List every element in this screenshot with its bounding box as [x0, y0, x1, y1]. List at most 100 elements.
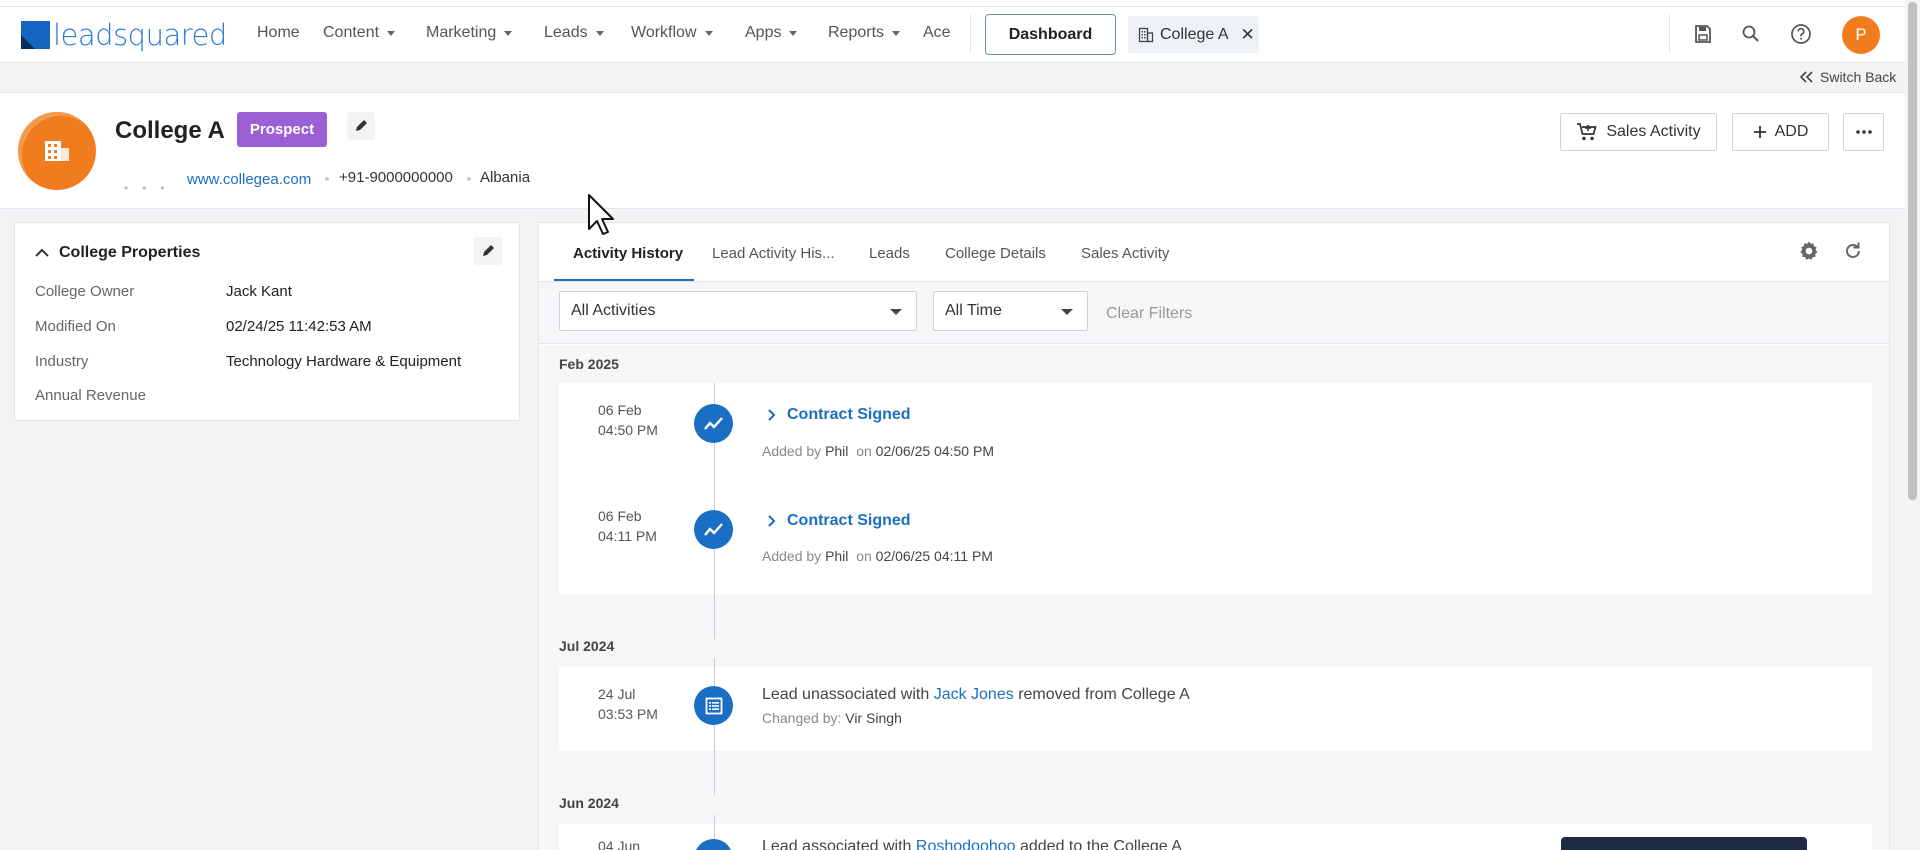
dashboard-button[interactable]: Dashboard: [985, 14, 1116, 55]
meta-prefix: Changed by:: [762, 710, 842, 726]
lead-link[interactable]: Jack Jones: [934, 686, 1014, 703]
added-on: 02/06/25 04:50 PM: [875, 443, 994, 459]
save-icon[interactable]: [1691, 22, 1715, 46]
nav-divider-right: [1669, 14, 1670, 54]
trend-icon: [694, 510, 733, 549]
tab-sales-activity[interactable]: Sales Activity: [1081, 245, 1169, 262]
scrollbar-thumb[interactable]: [1908, 2, 1917, 500]
entry-date: 06 Feb 04:50 PM: [598, 400, 658, 440]
floating-action-panel[interactable]: [1561, 837, 1807, 850]
nav-label: Workflow: [631, 24, 697, 41]
tab-college-details[interactable]: College Details: [945, 245, 1046, 262]
nav-ace[interactable]: Ace: [923, 24, 951, 42]
prop-label-industry: Industry: [35, 353, 89, 370]
time-range-value: All Time: [945, 302, 1002, 319]
building-icon: [1138, 27, 1154, 42]
list-icon: [694, 839, 733, 850]
entry-time: 03:53 PM: [598, 706, 658, 722]
entry-day: 06 Feb: [598, 402, 642, 418]
desc-text: removed from College A: [1018, 686, 1190, 703]
nav-workflow[interactable]: Workflow: [631, 24, 713, 42]
edit-properties-button[interactable]: [474, 237, 502, 265]
company-header: College A Prospect ••• www.collegea.com …: [0, 92, 1905, 209]
nav-reports[interactable]: Reports: [828, 24, 901, 42]
tab-leads[interactable]: Leads: [869, 245, 910, 262]
social-dots: •••: [124, 181, 179, 195]
activity-description: Lead unassociated with Jack Jones remove…: [762, 686, 1190, 704]
added-on: 02/06/25 04:11 PM: [875, 548, 993, 564]
time-range-select[interactable]: All Time: [933, 291, 1088, 331]
desc-text: Lead associated with: [762, 838, 912, 850]
prop-label-modified: Modified On: [35, 318, 116, 335]
nav-label: Marketing: [426, 24, 497, 41]
college-properties-card: College Properties College Owner Jack Ka…: [14, 222, 520, 421]
add-label: ADD: [1774, 123, 1809, 140]
activity-panel: Activity History Lead Activity His... Le…: [538, 222, 1890, 850]
entry-day: 24 Jul: [598, 686, 636, 702]
properties-toggle[interactable]: College Properties: [35, 244, 200, 262]
chevron-up-icon: [35, 248, 49, 257]
more-options-button[interactable]: [1843, 113, 1884, 151]
chevron-right-icon: [768, 515, 776, 527]
open-tab-label: College A: [1160, 25, 1229, 43]
prop-value-modified: 02/24/25 11:42:53 AM: [226, 318, 372, 335]
activity-description: Lead associated with Roshodoohoo added t…: [762, 838, 1182, 850]
ellipsis-icon: [1855, 130, 1872, 134]
close-icon[interactable]: ✕: [1241, 25, 1255, 45]
activity-meta: Added by Phil on 02/06/25 04:11 PM: [762, 548, 993, 564]
nav-marketing[interactable]: Marketing: [426, 24, 513, 42]
month-label: Jul 2024: [559, 638, 615, 654]
phone-number[interactable]: +91-9000000000: [339, 169, 453, 186]
mouse-cursor-icon: [588, 194, 614, 235]
stage-badge[interactable]: Prospect: [237, 112, 327, 147]
activity-title-link[interactable]: Contract Signed: [767, 512, 911, 530]
nav-label: Ace: [923, 24, 951, 41]
entry-date: 24 Jul 03:53 PM: [598, 684, 658, 724]
logo-mark-icon: [21, 21, 50, 49]
chevron-down-icon: [704, 30, 713, 36]
desc-text: added to the College A: [1019, 838, 1182, 850]
pencil-icon: [483, 245, 494, 256]
nav-apps[interactable]: Apps: [745, 24, 798, 42]
activity-type-select[interactable]: All Activities: [559, 291, 917, 331]
filters-bar: All Activities All Time Clear Filters: [539, 282, 1889, 344]
tab-activity-history[interactable]: Activity History: [573, 245, 683, 262]
nav-content[interactable]: Content: [323, 24, 396, 42]
pencil-icon: [356, 120, 367, 131]
user-avatar[interactable]: P: [1842, 16, 1880, 54]
activity-meta: Added by Phil on 02/06/25 04:50 PM: [762, 443, 994, 459]
nav-home[interactable]: Home: [257, 24, 300, 42]
chevron-down-icon: [387, 30, 396, 36]
tab-lead-activity-history[interactable]: Lead Activity His...: [712, 245, 835, 262]
prop-value-owner: Jack Kant: [226, 283, 292, 300]
edit-header-button[interactable]: [347, 112, 375, 140]
open-tab-college-a[interactable]: College A ✕: [1128, 16, 1259, 53]
chevron-down-icon: [892, 30, 901, 36]
activity-meta: Changed by: Vir Singh: [762, 710, 902, 726]
chevron-right-icon: [768, 409, 776, 421]
brand-logo[interactable]: leadsquared: [21, 21, 227, 50]
refresh-icon[interactable]: [1843, 241, 1863, 265]
gear-icon[interactable]: [1798, 240, 1820, 266]
properties-title: College Properties: [59, 244, 201, 261]
chevron-down-icon: [1061, 309, 1073, 315]
clear-filters-link[interactable]: Clear Filters: [1106, 305, 1192, 323]
search-icon[interactable]: [1739, 22, 1763, 46]
nav-leads[interactable]: Leads: [544, 24, 604, 42]
activity-type-value: All Activities: [571, 302, 656, 319]
lead-link[interactable]: Roshodoohoo: [916, 838, 1016, 850]
nav-label: Content: [323, 24, 380, 41]
switch-back-link[interactable]: Switch Back: [1800, 69, 1896, 85]
chevron-down-icon: [890, 309, 902, 315]
add-button[interactable]: ADD: [1732, 113, 1829, 151]
website-link[interactable]: www.collegea.com: [187, 171, 311, 188]
activity-title: Contract Signed: [787, 512, 911, 529]
help-icon[interactable]: [1789, 22, 1813, 46]
activity-title-link[interactable]: Contract Signed: [767, 406, 911, 424]
added-by: Phil: [825, 443, 849, 459]
entry-date: 04 Jun: [598, 836, 640, 850]
prop-label-revenue: Annual Revenue: [35, 387, 146, 404]
activity-title: Contract Signed: [787, 406, 911, 423]
sales-activity-button[interactable]: Sales Activity: [1560, 113, 1717, 151]
timeline-line: [714, 751, 715, 795]
